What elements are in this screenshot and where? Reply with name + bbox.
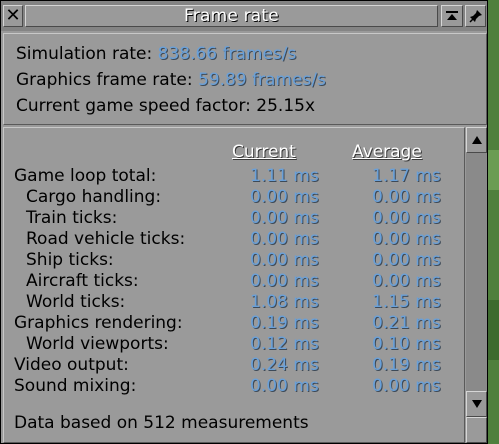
row-label: Aircraft ticks: [26,271,139,291]
vertical-scrollbar[interactable] [466,127,487,443]
row-label: Graphics rendering: [14,313,183,333]
rate-value: 838.66 frames/s [157,44,297,64]
shade-icon [446,11,458,20]
average-value: 0.00 ms [372,271,441,291]
frame-rate-window: ✕ Frame rate Simulation rate: 838.66 fra… [0,0,488,444]
average-value: 1.15 ms [372,292,441,312]
row-label: Road vehicle ticks: [26,229,186,249]
scroll-down-icon [471,400,482,408]
row-label: Video output: [14,355,129,375]
average-value: 0.00 ms [372,229,441,249]
row-label: World viewports: [26,334,169,354]
graphics-frame-rate-line: Graphics frame rate: 59.89 frames/s [16,70,326,90]
shade-button[interactable] [441,5,463,27]
average-value: 0.19 ms [372,355,441,375]
current-value: 0.24 ms [250,355,319,375]
current-value: 0.12 ms [250,334,319,354]
game-background [488,0,499,444]
row-label: World ticks: [26,292,126,312]
close-button[interactable]: ✕ [3,5,23,27]
current-value: 0.00 ms [250,250,319,270]
rates-panel: Simulation rate: 838.66 frames/s Graphic… [3,33,487,125]
current-value: 1.08 ms [250,292,319,312]
rate-label: Graphics frame rate: [16,70,198,90]
row-label: Cargo handling: [26,187,162,207]
rate-label: Simulation rate: [16,44,158,64]
current-value: 0.00 ms [250,187,319,207]
timing-panel: Current Average Game loop total: 1.11 ms… [3,127,465,443]
average-value: 0.10 ms [372,334,441,354]
row-label: Game loop total: [14,166,157,186]
game-speed-line: Current game speed factor: 25.15x [16,96,315,116]
title-bar[interactable]: ✕ Frame rate [1,1,487,31]
pin-icon [468,10,482,23]
measurement-footer: Data based on 512 measurements [14,413,309,433]
row-label: Train ticks: [26,208,118,228]
average-value: 0.00 ms [372,208,441,228]
sticky-button[interactable] [465,5,486,27]
row-label: Sound mixing: [14,376,137,396]
scrollbar-track[interactable] [466,153,487,391]
rate-value: 59.89 frames/s [197,70,326,90]
current-value: 0.19 ms [250,313,319,333]
average-value: 0.00 ms [372,250,441,270]
row-label: Ship ticks: [26,250,114,270]
average-column-header: Average [352,142,422,162]
scroll-up-button[interactable] [466,127,487,153]
resize-handle[interactable] [466,417,487,443]
current-value: 1.11 ms [250,166,319,186]
current-column-header: Current [232,142,296,162]
current-value: 0.00 ms [250,376,319,396]
rate-label: Current game speed factor: 25.15x [16,96,316,116]
scroll-down-button[interactable] [466,391,487,417]
current-value: 0.00 ms [250,208,319,228]
close-icon: ✕ [5,5,21,26]
window-title: Frame rate [184,6,279,26]
average-value: 0.00 ms [372,376,441,396]
simulation-rate-line: Simulation rate: 838.66 frames/s [16,44,296,64]
current-value: 0.00 ms [250,271,319,291]
title-caption[interactable]: Frame rate [25,5,438,27]
average-value: 0.21 ms [372,313,441,333]
average-value: 1.17 ms [372,166,441,186]
scroll-up-icon [471,136,482,144]
average-value: 0.00 ms [372,187,441,207]
current-value: 0.00 ms [250,229,319,249]
